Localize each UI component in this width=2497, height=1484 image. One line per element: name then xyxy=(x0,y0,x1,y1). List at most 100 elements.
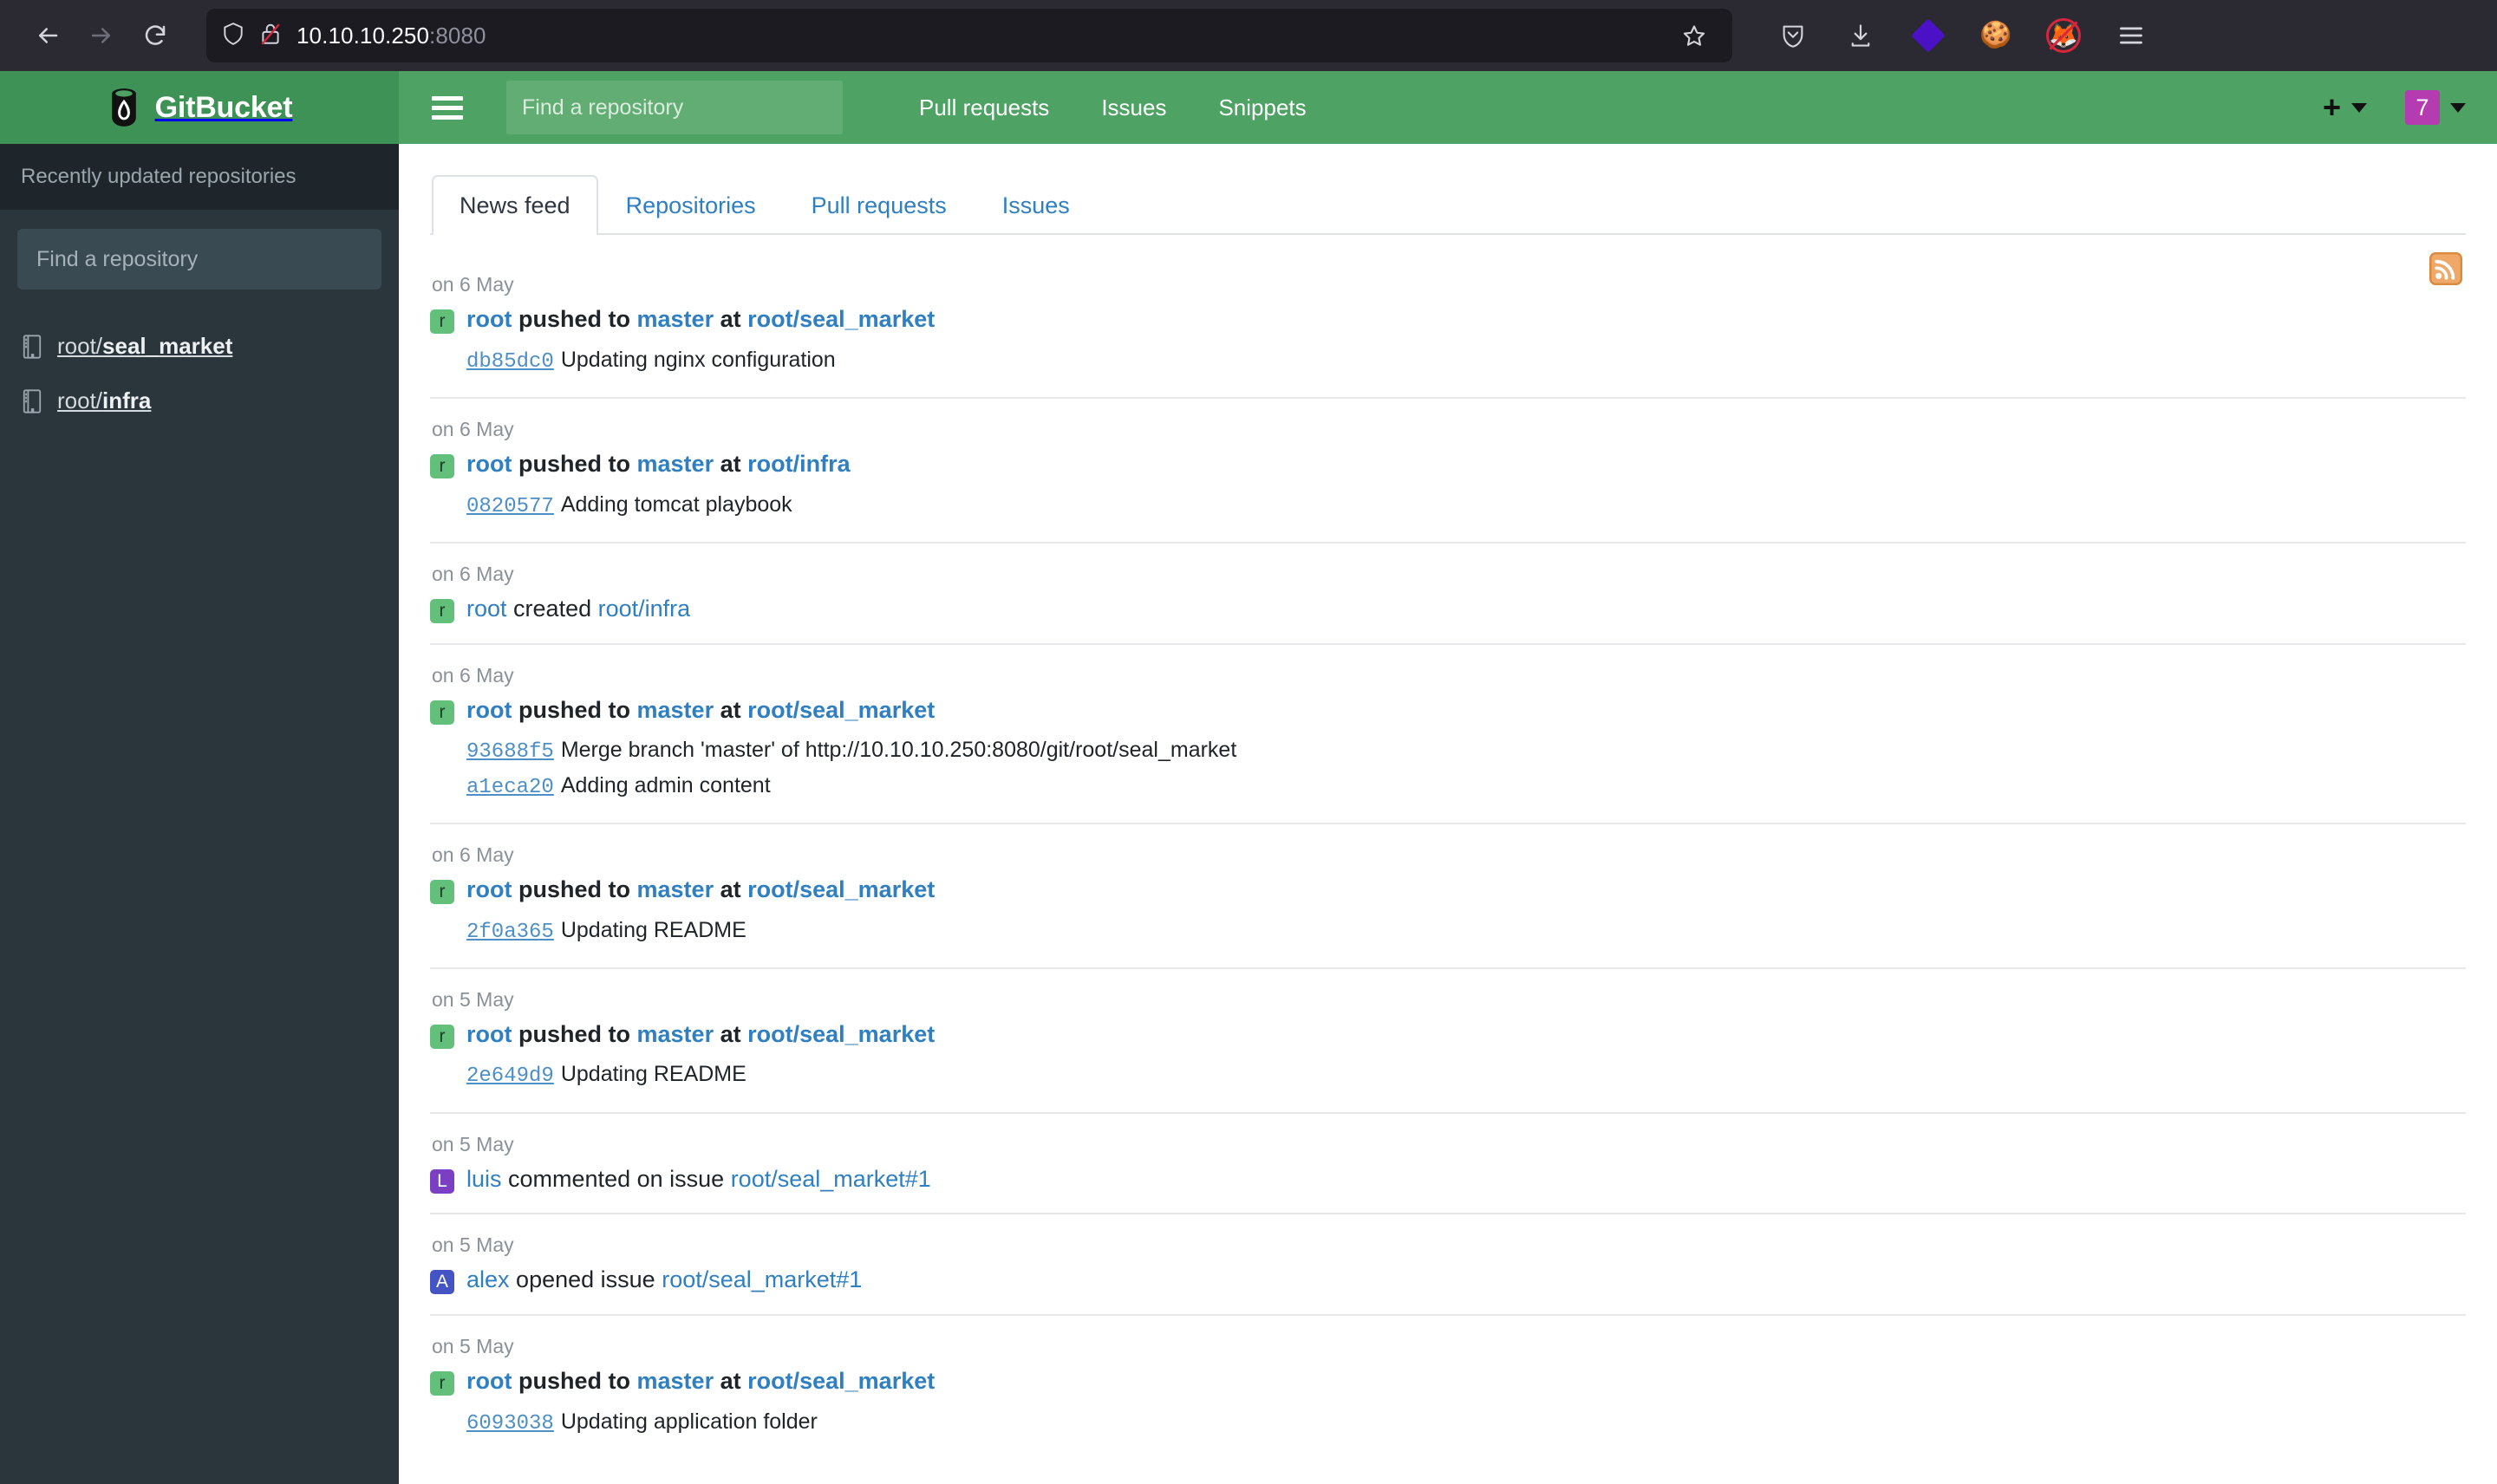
page-body: Recently updated repositories root/seal_… xyxy=(0,144,2497,1484)
event-date: on 6 May xyxy=(432,843,514,866)
event-actor-link[interactable]: alex xyxy=(466,1266,510,1292)
url-port: :8080 xyxy=(429,22,486,49)
event-repo-link[interactable]: root/infra xyxy=(598,596,691,622)
event-date: on 5 May xyxy=(432,1132,514,1155)
rss-feed-icon[interactable] xyxy=(2429,252,2462,285)
commit-sha-link[interactable]: 0820577 xyxy=(466,495,554,518)
event-preposition: at xyxy=(720,306,741,332)
news-feed-event: on 6 May r root pushed to master at root/s… xyxy=(430,254,2466,399)
commit-sha-link[interactable]: 2f0a365 xyxy=(466,921,554,944)
event-branch-link[interactable]: master xyxy=(637,1368,714,1394)
news-feed-event: on 6 May r root pushed to master at root/s… xyxy=(430,824,2466,969)
commit-row: db85dc0 Updating nginx configuration xyxy=(466,343,2466,378)
commit-sha-link[interactable]: 2e649d9 xyxy=(466,1064,554,1088)
event-text: root pushed to master at root/seal_marke… xyxy=(466,305,935,335)
user-menu-dropdown[interactable]: 7 xyxy=(2405,90,2466,125)
commit-row: a1eca20 Adding admin content xyxy=(466,769,2466,804)
url-bar[interactable]: 10.10.10.250:8080 xyxy=(206,9,1732,62)
browser-extension-icons: 🍪 🦊 xyxy=(1750,16,2154,55)
sidebar-repository-search-input[interactable] xyxy=(17,229,381,290)
event-actor-link[interactable]: root xyxy=(466,1021,512,1047)
news-feed-list: on 6 May r root pushed to master at root/s… xyxy=(430,235,2466,1459)
commit-row: 2e649d9 Updating README xyxy=(466,1058,2466,1092)
event-repo-link[interactable]: root/seal_market xyxy=(747,876,935,902)
app-menu-icon[interactable] xyxy=(2112,16,2150,55)
repository-icon xyxy=(21,388,43,414)
commit-sha-link[interactable]: 93688f5 xyxy=(466,740,554,764)
event-date: on 5 May xyxy=(432,1335,514,1358)
tab-pull-requests[interactable]: Pull requests xyxy=(784,175,975,235)
sidebar-toggle-icon[interactable] xyxy=(427,87,468,128)
extension-diamond-icon[interactable] xyxy=(1909,16,1947,55)
event-repo-link[interactable]: root/seal_market xyxy=(747,1021,935,1047)
event-actor-link[interactable]: root xyxy=(466,876,512,902)
forward-button[interactable] xyxy=(75,9,128,62)
event-repo-link[interactable]: root/seal_market xyxy=(747,1368,935,1394)
avatar: A xyxy=(430,1270,454,1295)
header-repository-search-input[interactable] xyxy=(506,81,843,134)
brand-home-link[interactable]: GitBucket xyxy=(0,71,399,144)
event-actor-link[interactable]: root xyxy=(466,1368,512,1394)
url-text[interactable]: 10.10.10.250:8080 xyxy=(297,23,1656,49)
event-repo-link[interactable]: root/seal_market xyxy=(747,697,935,723)
news-feed-event: on 6 May r root created root/infra xyxy=(430,543,2466,645)
event-branch-link[interactable]: master xyxy=(637,306,714,332)
sidebar-item-infra[interactable]: root/infra xyxy=(0,374,399,428)
tab-repositories[interactable]: Repositories xyxy=(598,175,784,235)
event-branch-link[interactable]: master xyxy=(637,697,714,723)
chevron-down-icon xyxy=(2351,102,2367,113)
event-text: root pushed to master at root/seal_marke… xyxy=(466,696,935,726)
commit-message: Updating application folder xyxy=(560,1409,818,1434)
nav-pull-requests[interactable]: Pull requests xyxy=(893,94,1075,121)
commit-message: Updating README xyxy=(560,1062,746,1087)
event-date: on 5 May xyxy=(432,987,514,1011)
event-repo-link[interactable]: root/infra xyxy=(747,451,851,477)
event-headline: r root pushed to master at root/infra xyxy=(430,450,2466,479)
avatar: 7 xyxy=(2405,90,2440,125)
shield-icon[interactable] xyxy=(222,22,244,50)
nav-snippets[interactable]: Snippets xyxy=(1192,94,1332,121)
event-repo-link[interactable]: root/seal_market xyxy=(747,306,935,332)
event-text: root pushed to master at root/seal_marke… xyxy=(466,1367,935,1396)
event-actor-link[interactable]: luis xyxy=(466,1166,502,1192)
event-preposition: at xyxy=(720,875,741,902)
commit-message: Updating README xyxy=(560,917,746,942)
event-preposition: at xyxy=(720,1368,741,1395)
sidebar-repo-label: root/seal_market xyxy=(57,333,233,359)
sidebar-header: Recently updated repositories xyxy=(0,144,399,210)
event-headline: r root pushed to master at root/seal_mark… xyxy=(430,696,2466,726)
event-actor-link[interactable]: root xyxy=(466,451,512,477)
event-branch-link[interactable]: master xyxy=(637,876,714,902)
event-verb: pushed to xyxy=(518,1020,630,1047)
event-commit-list: 0820577 Adding tomcat playbook xyxy=(466,488,2466,523)
event-repo-link[interactable]: root/seal_market#1 xyxy=(662,1266,862,1292)
cookie-icon[interactable]: 🍪 xyxy=(1977,16,2015,55)
event-commit-list: 93688f5 Merge branch 'master' of http://1… xyxy=(466,733,2466,803)
back-button[interactable] xyxy=(21,9,75,62)
nav-issues[interactable]: Issues xyxy=(1075,94,1192,121)
event-actor-link[interactable]: root xyxy=(466,306,512,332)
blocked-fox-icon[interactable]: 🦊 xyxy=(2044,16,2083,55)
event-branch-link[interactable]: master xyxy=(637,451,714,477)
event-branch-link[interactable]: master xyxy=(637,1021,714,1047)
event-verb: pushed to xyxy=(518,1368,630,1395)
pocket-icon[interactable] xyxy=(1774,16,1812,55)
insecure-lock-icon[interactable] xyxy=(260,22,281,50)
gitbucket-logo-icon xyxy=(107,88,141,127)
sidebar-item-seal-market[interactable]: root/seal_market xyxy=(0,319,399,374)
downloads-icon[interactable] xyxy=(1842,16,1880,55)
event-actor-link[interactable]: root xyxy=(466,596,507,622)
bookmark-star-icon[interactable] xyxy=(1672,13,1717,58)
commit-sha-link[interactable]: a1eca20 xyxy=(466,776,554,799)
create-new-dropdown[interactable]: + xyxy=(2323,92,2367,123)
tab-news-feed[interactable]: News feed xyxy=(432,175,598,235)
commit-message: Updating nginx configuration xyxy=(560,347,836,372)
event-verb: pushed to xyxy=(518,306,630,332)
tab-issues[interactable]: Issues xyxy=(975,175,1098,235)
event-verb: pushed to xyxy=(518,450,630,477)
commit-sha-link[interactable]: 6093038 xyxy=(466,1412,554,1435)
commit-sha-link[interactable]: db85dc0 xyxy=(466,350,554,374)
event-actor-link[interactable]: root xyxy=(466,697,512,723)
reload-button[interactable] xyxy=(128,9,182,62)
event-repo-link[interactable]: root/seal_market#1 xyxy=(731,1166,931,1192)
